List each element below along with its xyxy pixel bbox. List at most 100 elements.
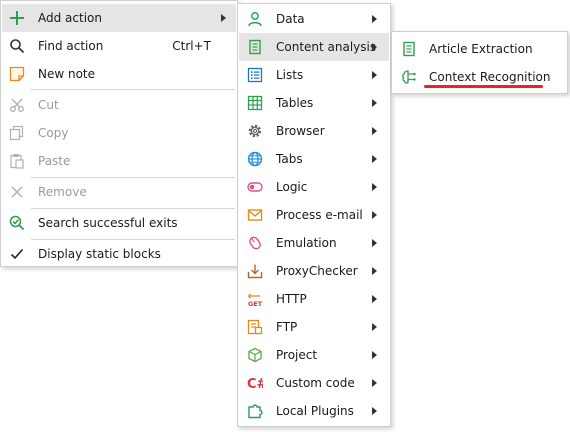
download-icon bbox=[247, 263, 263, 279]
submenu-arrow-icon bbox=[372, 99, 377, 107]
svg-text:GET: GET bbox=[248, 300, 263, 307]
csharp-icon: C# bbox=[247, 375, 263, 391]
svg-text:C#: C# bbox=[247, 377, 263, 391]
menu-item-browser[interactable]: Browser bbox=[239, 117, 389, 145]
submenu-arrow-icon bbox=[372, 407, 377, 415]
cut-label: Cut bbox=[38, 98, 59, 112]
menu-item-ftp[interactable]: FTP bbox=[239, 313, 389, 341]
menu-item-tabs[interactable]: Tabs bbox=[239, 145, 389, 173]
puzzle-icon bbox=[247, 403, 263, 419]
x-icon bbox=[9, 184, 25, 200]
menu-item-data[interactable]: Data bbox=[239, 5, 389, 33]
content-analysis-label: Content analysis bbox=[276, 40, 377, 54]
submenu-arrow-icon bbox=[372, 239, 377, 247]
lists-label: Lists bbox=[276, 68, 304, 82]
submenu-arrow-icon bbox=[372, 43, 377, 51]
search-check-icon bbox=[9, 215, 25, 231]
get-icon: GET bbox=[247, 291, 263, 307]
cube-icon bbox=[247, 347, 263, 363]
tabs-label: Tabs bbox=[276, 152, 303, 166]
main-context-menu: Add action Find action Ctrl+T New note C… bbox=[0, 0, 238, 267]
menu-item-lists[interactable]: Lists bbox=[239, 61, 389, 89]
copy-label: Copy bbox=[38, 126, 69, 140]
mouse-icon bbox=[247, 235, 263, 251]
menu-item-http[interactable]: GET HTTP bbox=[239, 285, 389, 313]
search-successful-exits-label: Search successful exits bbox=[38, 216, 178, 230]
checkmark-icon bbox=[9, 246, 25, 262]
plus-icon bbox=[9, 10, 25, 26]
context-recognition-label: Context Recognition bbox=[429, 70, 551, 84]
find-action-label: Find action bbox=[38, 39, 104, 53]
remove-label: Remove bbox=[38, 185, 87, 199]
menu-item-cut[interactable]: Cut bbox=[2, 91, 236, 119]
table-icon bbox=[247, 95, 263, 111]
user-icon bbox=[247, 11, 263, 27]
menu-item-copy[interactable]: Copy bbox=[2, 119, 236, 147]
process-email-label: Process e-mail bbox=[276, 208, 363, 222]
project-label: Project bbox=[276, 348, 318, 362]
ftp-label: FTP bbox=[276, 320, 298, 334]
menu-separator bbox=[31, 89, 235, 90]
menu-item-process-email[interactable]: Process e-mail bbox=[239, 201, 389, 229]
submenu-arrow-icon bbox=[372, 351, 377, 359]
menu-item-local-plugins[interactable]: Local Plugins bbox=[239, 397, 389, 425]
submenu-arrow-icon bbox=[372, 267, 377, 275]
document-icon bbox=[247, 39, 263, 55]
submenu-arrow-icon bbox=[372, 71, 377, 79]
menu-item-proxychecker[interactable]: ProxyChecker bbox=[239, 257, 389, 285]
data-label: Data bbox=[276, 12, 305, 26]
submenu-arrow-icon bbox=[372, 155, 377, 163]
menu-item-logic[interactable]: Logic bbox=[239, 173, 389, 201]
proxychecker-label: ProxyChecker bbox=[276, 264, 358, 278]
ftp-icon bbox=[247, 319, 263, 335]
note-icon bbox=[9, 66, 25, 82]
submenu-arrow-icon bbox=[372, 379, 377, 387]
add-action-submenu: Data Content analysis Lists Tables Brows… bbox=[237, 3, 391, 427]
menu-item-article-extraction[interactable]: Article Extraction bbox=[393, 35, 566, 63]
menu-item-custom-code[interactable]: C# Custom code bbox=[239, 369, 389, 397]
menu-item-paste[interactable]: Paste bbox=[2, 147, 236, 175]
menu-item-content-analysis[interactable]: Content analysis bbox=[239, 33, 389, 61]
menu-item-new-note[interactable]: New note bbox=[2, 60, 236, 88]
submenu-arrow-icon bbox=[372, 295, 377, 303]
scissors-icon bbox=[9, 97, 25, 113]
emulation-label: Emulation bbox=[276, 236, 337, 250]
document-icon bbox=[401, 41, 417, 57]
logic-label: Logic bbox=[276, 180, 308, 194]
add-action-label: Add action bbox=[38, 11, 102, 25]
http-label: HTTP bbox=[276, 292, 307, 306]
paste-label: Paste bbox=[38, 154, 71, 168]
menu-item-search-successful-exits[interactable]: Search successful exits bbox=[2, 209, 236, 237]
copy-icon bbox=[9, 125, 25, 141]
browser-label: Browser bbox=[276, 124, 325, 138]
tables-label: Tables bbox=[276, 96, 314, 110]
display-static-blocks-label: Display static blocks bbox=[38, 247, 161, 261]
list-icon bbox=[247, 67, 263, 83]
highlight-underline bbox=[424, 85, 543, 88]
brain-icon bbox=[401, 69, 417, 85]
menu-item-emulation[interactable]: Emulation bbox=[239, 229, 389, 257]
find-action-shortcut: Ctrl+T bbox=[172, 39, 211, 53]
article-extraction-label: Article Extraction bbox=[429, 42, 533, 56]
gear-icon bbox=[247, 123, 263, 139]
toggle-icon bbox=[247, 179, 263, 195]
new-note-label: New note bbox=[38, 67, 96, 81]
submenu-arrow-icon bbox=[372, 15, 377, 23]
menu-item-add-action[interactable]: Add action bbox=[2, 4, 236, 32]
submenu-arrow-icon bbox=[372, 323, 377, 331]
menu-item-project[interactable]: Project bbox=[239, 341, 389, 369]
menu-item-display-static-blocks[interactable]: Display static blocks bbox=[2, 240, 236, 268]
custom-code-label: Custom code bbox=[276, 376, 355, 390]
submenu-arrow-icon bbox=[221, 14, 226, 22]
submenu-arrow-icon bbox=[372, 183, 377, 191]
submenu-arrow-icon bbox=[372, 127, 377, 135]
globe-icon bbox=[247, 151, 263, 167]
menu-item-find-action[interactable]: Find action Ctrl+T bbox=[2, 32, 236, 60]
paste-icon bbox=[9, 153, 25, 169]
menu-item-tables[interactable]: Tables bbox=[239, 89, 389, 117]
local-plugins-label: Local Plugins bbox=[276, 404, 354, 418]
menu-item-remove[interactable]: Remove bbox=[2, 178, 236, 206]
submenu-arrow-icon bbox=[372, 211, 377, 219]
envelope-icon bbox=[247, 207, 263, 223]
search-icon bbox=[9, 38, 25, 54]
